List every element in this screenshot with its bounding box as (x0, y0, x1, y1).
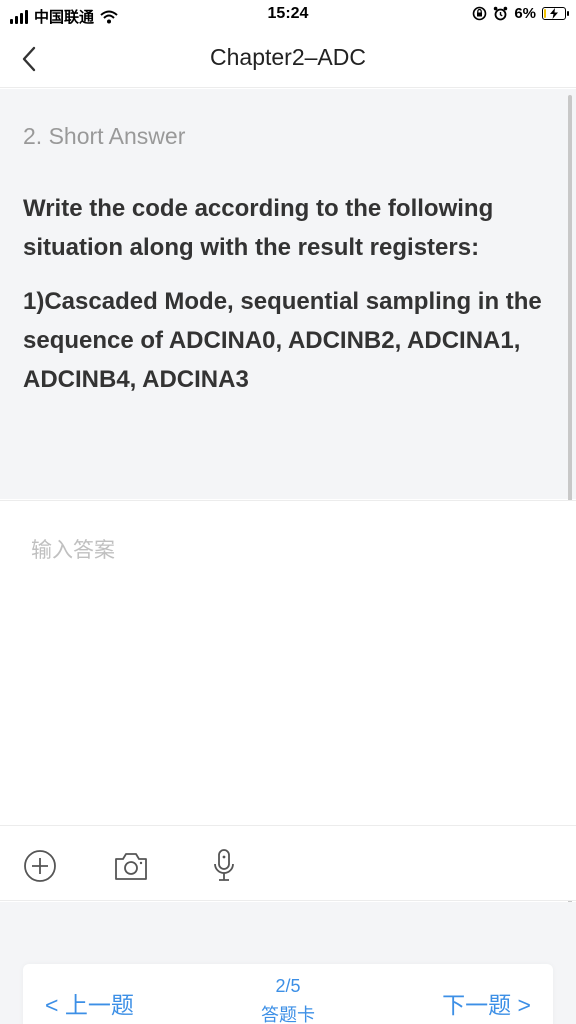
answer-toolbar (0, 825, 576, 901)
question-paragraph: Write the code according to the followin… (23, 195, 494, 261)
answer-panel (0, 500, 576, 826)
page-title: Chapter2–ADC (210, 44, 366, 70)
battery-level-fill (544, 9, 546, 18)
battery-charging-icon (542, 7, 569, 20)
question-text: Write the code according to the followin… (23, 189, 558, 414)
next-question-button[interactable]: 下一题 > (442, 986, 531, 1020)
camera-button[interactable] (111, 846, 151, 886)
battery-percent: 6% (514, 5, 536, 22)
question-navigator: < 上一题 2/5 答题卡 下一题 > (23, 964, 553, 1024)
voice-input-button[interactable] (204, 846, 244, 886)
question-type-label: 2. Short Answer (23, 123, 186, 149)
question-paragraph: 1)Cascaded Mode, sequential sampling in … (23, 288, 542, 393)
answer-input[interactable] (0, 501, 560, 826)
add-icon (24, 850, 56, 882)
alarm-icon (494, 6, 508, 21)
add-attachment-button[interactable] (20, 846, 60, 886)
camera-icon (115, 853, 147, 880)
lock-rotation-icon (473, 6, 487, 21)
nav-bar: Chapter2–ADC (0, 30, 576, 88)
status-bar: 中国联通 15:24 6% (0, 0, 576, 30)
status-right: 6% (472, 5, 569, 22)
question-panel: 2. Short Answer Write the code according… (0, 89, 576, 499)
microphone-icon (214, 849, 234, 881)
